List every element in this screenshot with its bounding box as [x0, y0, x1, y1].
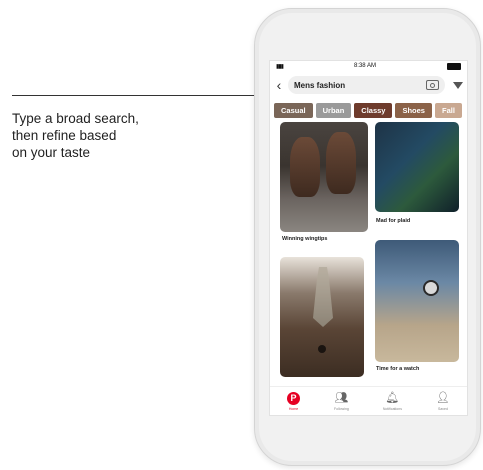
person-icon: 👤︎: [435, 391, 450, 404]
pinterest-logo-icon: P: [287, 391, 301, 405]
pin-wingtips-image[interactable]: [280, 122, 368, 232]
tab-following[interactable]: 👥︎ Following: [334, 392, 349, 411]
signal-icon: ▮▮▮: [276, 63, 284, 70]
pin-vest-image[interactable]: [280, 257, 364, 377]
chip-shoes[interactable]: Shoes: [395, 103, 432, 118]
search-input[interactable]: Mens fashion: [288, 76, 445, 94]
bell-icon: 🔔︎: [385, 391, 400, 404]
chevron-left-icon[interactable]: ‹: [274, 77, 284, 93]
status-bar: ▮▮▮ 8:38 AM: [270, 61, 467, 71]
search-query: Mens fashion: [294, 80, 346, 90]
callout-line-1: Type a broad search,: [12, 111, 139, 126]
status-time: 8:38 AM: [353, 63, 376, 69]
camera-icon[interactable]: [426, 80, 439, 90]
chip-urban[interactable]: Urban: [315, 103, 352, 118]
pin-plaid-image[interactable]: [375, 122, 459, 212]
callout-line-2: then refine based: [12, 128, 117, 143]
callout-line-3: on your taste: [12, 145, 91, 160]
tab-notifications[interactable]: 🔔︎ Notifications: [383, 392, 402, 411]
pin-watch-image[interactable]: [375, 240, 459, 362]
search-row: ‹ Mens fashion: [270, 71, 467, 99]
tab-home[interactable]: P Home: [287, 391, 301, 411]
chip-casual[interactable]: Casual: [274, 103, 313, 118]
phone-screen: ▮▮▮ 8:38 AM ‹ Mens fashion Casual Urban …: [269, 60, 468, 416]
callout-pointer-line: [12, 95, 276, 96]
callout-text: Type a broad search, then refine based o…: [12, 110, 187, 161]
tie-shape: [313, 267, 333, 327]
watch-shape: [423, 280, 439, 296]
pin-caption: Winning wingtips: [282, 236, 328, 242]
chip-fall[interactable]: Fall: [434, 103, 462, 118]
guided-search-chips: Casual Urban Classy Shoes Fall: [270, 99, 467, 122]
pin-caption: Time for a watch: [376, 366, 420, 372]
tab-saved[interactable]: 👤︎ Saved: [436, 392, 450, 411]
filter-icon[interactable]: [453, 81, 463, 89]
people-icon: 👥︎: [334, 391, 349, 404]
shoe-left: [290, 137, 320, 197]
chip-classy[interactable]: Classy: [354, 103, 393, 118]
tab-bar: P Home 👥︎ Following 🔔︎ Notifications 👤︎ …: [270, 386, 467, 415]
shoe-right: [326, 132, 356, 194]
pin-caption: Mad for plaid: [376, 218, 411, 224]
battery-icon: [446, 62, 461, 70]
vest-button: [318, 345, 326, 353]
pin-grid: Winning wingtips Mad for plaid Time for …: [270, 122, 467, 392]
